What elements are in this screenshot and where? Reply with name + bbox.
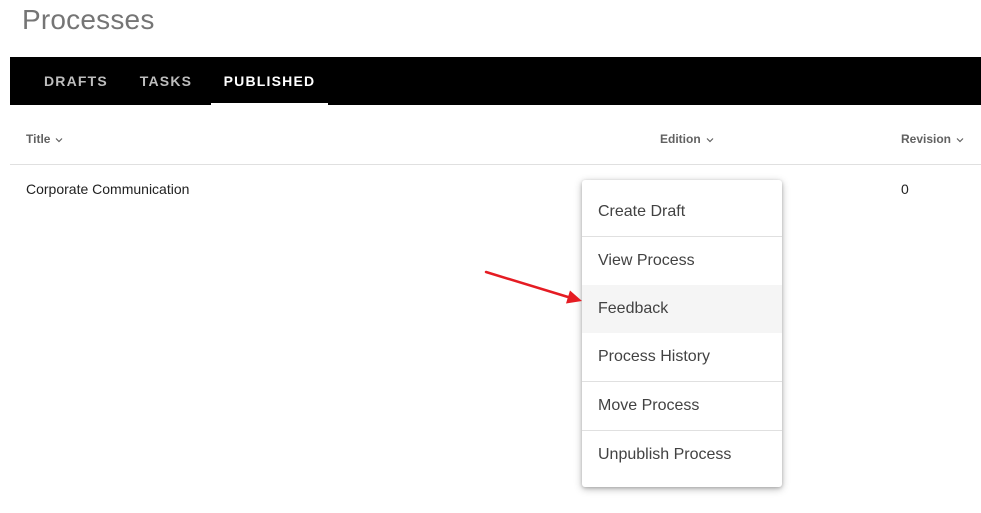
column-header-edition[interactable]: Edition bbox=[660, 132, 715, 146]
column-header-title[interactable]: Title bbox=[26, 132, 64, 146]
column-header-title-label: Title bbox=[26, 132, 51, 146]
tab-published[interactable]: PUBLISHED bbox=[211, 57, 328, 105]
table-header: Title Edition Revision bbox=[10, 118, 981, 165]
menu-item-create-draft[interactable]: Create Draft bbox=[582, 188, 782, 236]
chevron-down-icon bbox=[706, 138, 714, 143]
tab-tasks[interactable]: TASKS bbox=[128, 57, 204, 105]
chevron-down-icon bbox=[956, 138, 964, 143]
row-title: Corporate Communication bbox=[26, 181, 190, 197]
tab-bar: DRAFTS TASKS PUBLISHED bbox=[10, 57, 981, 105]
table-row[interactable]: Corporate Communication 0 bbox=[10, 165, 981, 211]
context-menu: Create Draft View Process Feedback Proce… bbox=[582, 180, 782, 487]
menu-item-feedback[interactable]: Feedback bbox=[582, 285, 782, 333]
menu-item-process-history[interactable]: Process History bbox=[582, 333, 782, 381]
row-revision: 0 bbox=[901, 181, 909, 197]
menu-item-move-process[interactable]: Move Process bbox=[582, 382, 782, 430]
column-header-edition-label: Edition bbox=[660, 132, 701, 146]
menu-item-view-process[interactable]: View Process bbox=[582, 237, 782, 285]
menu-item-unpublish-process[interactable]: Unpublish Process bbox=[582, 431, 782, 479]
tab-drafts[interactable]: DRAFTS bbox=[28, 57, 124, 105]
page-title: Processes bbox=[22, 4, 155, 35]
column-header-revision-label: Revision bbox=[901, 132, 952, 146]
column-header-revision[interactable]: Revision bbox=[901, 132, 965, 146]
chevron-down-icon bbox=[56, 138, 63, 143]
